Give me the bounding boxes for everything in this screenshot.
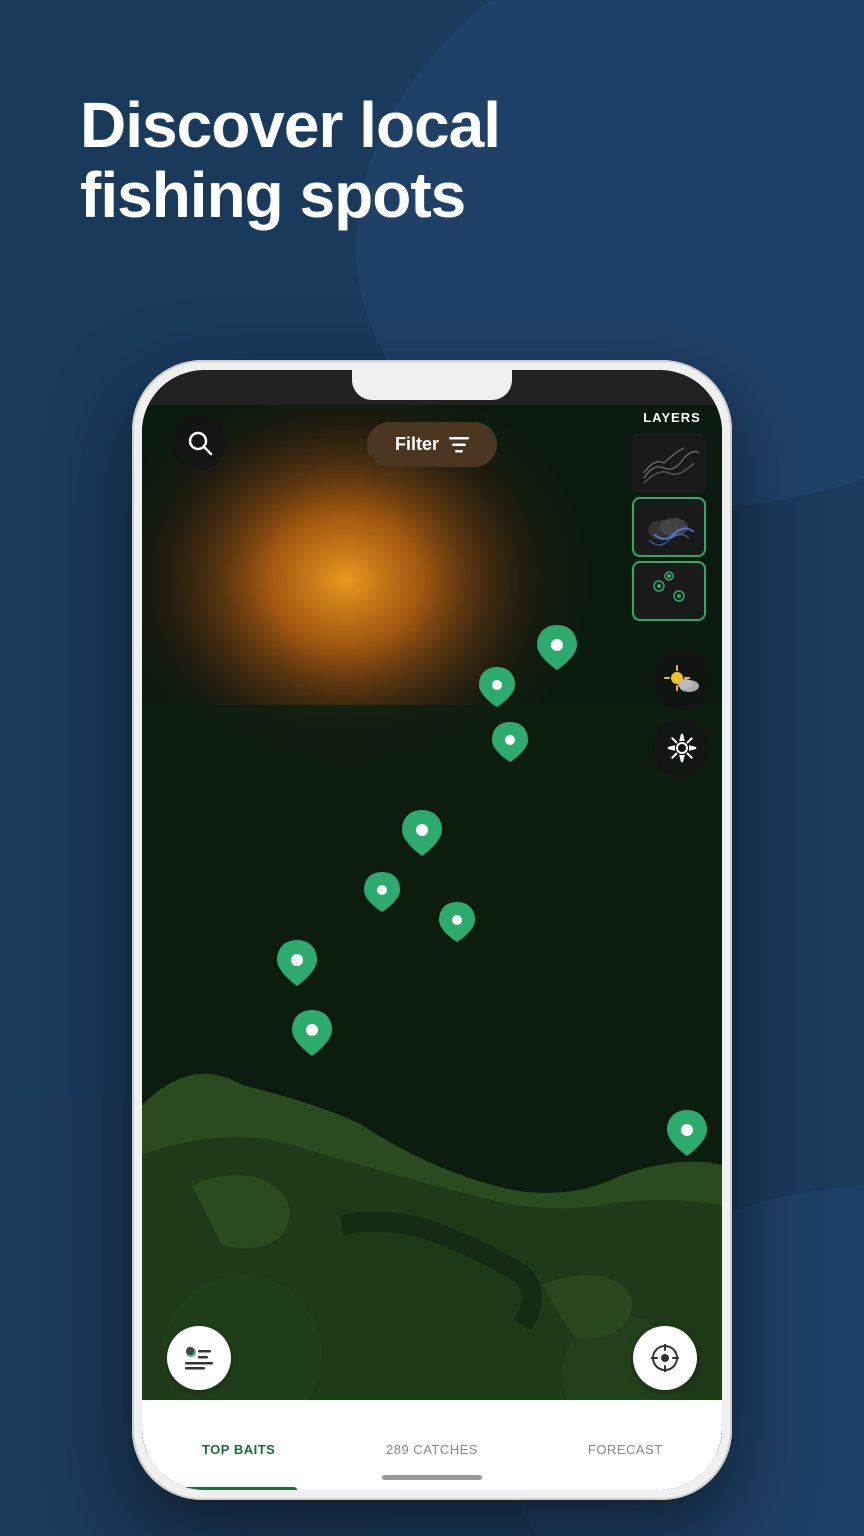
bottom-controls: [142, 1326, 722, 1390]
headline-line2: fishing spots: [80, 159, 465, 231]
locate-icon: [651, 1344, 679, 1372]
locate-button[interactable]: [633, 1326, 697, 1390]
home-indicator: [382, 1475, 482, 1480]
right-icons: [652, 650, 712, 778]
phone-outer: Filter LAYERS: [132, 360, 732, 1500]
header-section: Discover local fishing spots: [80, 90, 784, 231]
search-icon: [187, 430, 213, 456]
weather-button[interactable]: [652, 650, 712, 710]
filter-button[interactable]: Filter: [367, 422, 497, 467]
tab-top-baits[interactable]: TOP BAITS: [142, 1400, 335, 1490]
fishing-spots-icon: [639, 566, 699, 616]
layers-panel: LAYERS: [632, 410, 712, 621]
topography-icon: [639, 438, 699, 488]
headline: Discover local fishing spots: [80, 90, 784, 231]
list-view-button[interactable]: [167, 1326, 231, 1390]
layer-fishing-spots[interactable]: [632, 561, 706, 621]
list-view-icon: [185, 1346, 213, 1370]
tab-catches-label: 289 CATCHES: [386, 1442, 478, 1457]
headline-line1: Discover local: [80, 89, 500, 161]
phone-screen: Filter LAYERS: [142, 370, 722, 1490]
layer-weather[interactable]: [632, 497, 706, 557]
weather-layer-icon: [639, 502, 699, 552]
filter-icon: [449, 437, 469, 453]
weather-icon: [663, 664, 701, 696]
map-screen: Filter LAYERS: [142, 370, 722, 1490]
phone-notch: [352, 370, 512, 400]
layers-label: LAYERS: [632, 410, 712, 425]
tab-forecast-label: FORECAST: [588, 1442, 663, 1457]
filter-label: Filter: [395, 434, 439, 455]
tab-forecast[interactable]: FORECAST: [529, 1400, 722, 1490]
settings-icon: [666, 732, 698, 764]
search-button[interactable]: [172, 415, 227, 470]
settings-button[interactable]: [652, 718, 712, 778]
layer-topography[interactable]: [632, 433, 706, 493]
tab-top-baits-label: TOP BAITS: [202, 1442, 275, 1457]
phone-mockup: Filter LAYERS: [132, 360, 732, 1500]
